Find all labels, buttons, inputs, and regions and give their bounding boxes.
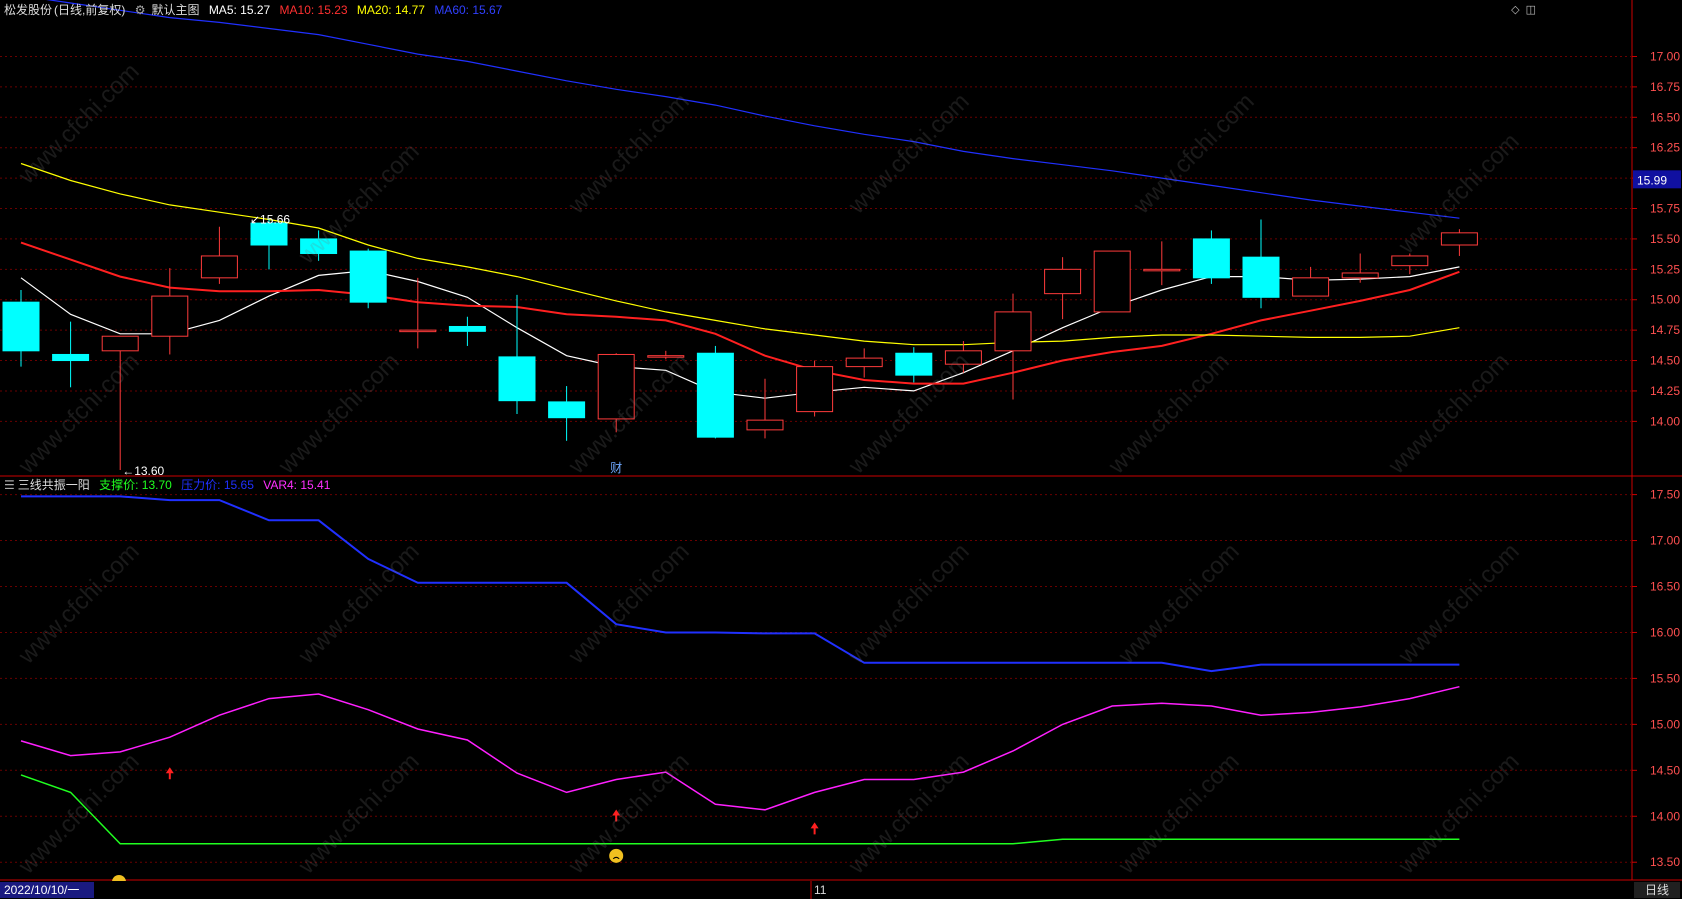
sad-face-icon [609, 848, 624, 863]
sub-tick-label: 14.50 [1650, 763, 1680, 777]
candle [1192, 230, 1230, 284]
candle-body [101, 335, 139, 352]
sub-chart-header: ☰ 三线共振一阳 支撑价: 13.70 压力价: 15.65 VAR4: 15.4… [4, 478, 336, 492]
main-tick-label: 15.75 [1650, 202, 1680, 216]
sub-tick-label: 16.00 [1650, 625, 1680, 639]
main-tick-label: 14.25 [1650, 384, 1680, 398]
month-label: 11 [814, 883, 827, 897]
candle-body [1192, 238, 1230, 279]
candle-body [1292, 277, 1330, 297]
window-toggle-icon[interactable]: ◫ [1526, 4, 1536, 16]
main-tick-label: 14.00 [1650, 414, 1680, 428]
low-price-label: ←13.60 [122, 464, 164, 478]
main-tick-label: 16.75 [1650, 80, 1680, 94]
var4-label: VAR4: 15.41 [263, 478, 331, 492]
candle-body [1242, 256, 1280, 298]
ma10-label: MA10: 15.23 [279, 3, 348, 17]
candle-body [200, 255, 238, 279]
ma5-label: MA5: 15.27 [208, 3, 271, 17]
candle-body [1093, 250, 1131, 313]
support-label: 支撑价: 13.70 [99, 478, 172, 492]
sub-tick-label: 15.50 [1650, 671, 1680, 685]
main-tick-label: 15.00 [1650, 293, 1680, 307]
ma60-label: MA60: 15.67 [434, 3, 503, 17]
candle-body [994, 311, 1032, 352]
candle-body [647, 355, 685, 358]
period-label: (日线,前复权) [54, 3, 126, 17]
candle-body [548, 401, 586, 419]
candle-body [597, 353, 635, 420]
candle-body [796, 366, 834, 413]
sub-tick-label: 14.00 [1650, 809, 1680, 823]
candle [696, 345, 734, 439]
candle-body [399, 329, 437, 333]
candle-body [1044, 268, 1082, 295]
main-tick-label: 14.50 [1650, 354, 1680, 368]
period-button[interactable]: 日线 [1645, 883, 1669, 897]
main-tick-label: 15.25 [1650, 262, 1680, 276]
diamond-icon[interactable]: ◇ [1511, 4, 1519, 16]
candle-body [1341, 272, 1379, 279]
main-tick-label: 17.00 [1650, 49, 1680, 63]
main-tick-label: 15.50 [1650, 232, 1680, 246]
candle-body [2, 301, 40, 352]
candle-body [151, 295, 189, 337]
sub-tick-label: 17.00 [1650, 534, 1680, 548]
candle-body [1143, 268, 1181, 272]
stock-name[interactable]: 松发股份 [4, 3, 52, 17]
panel-controls: ◇ ◫ [1505, 3, 1536, 16]
candle [1093, 250, 1131, 313]
collapse-icon[interactable]: ☰ [4, 478, 15, 492]
high-price-label: ↙15.66 [250, 212, 290, 226]
footer-bar [0, 881, 1682, 899]
background [0, 0, 1682, 899]
sub-tick-label: 13.50 [1650, 855, 1680, 869]
candle-body [895, 352, 933, 376]
price-tag-label: 15.99 [1637, 173, 1667, 187]
resist-label: 压力价: 15.65 [181, 478, 254, 492]
sub-tick-label: 17.50 [1650, 488, 1680, 502]
date-label: 2022/10/10/一 [4, 883, 79, 897]
candle-body [52, 353, 90, 362]
indicator-title[interactable]: 三线共振一阳 [18, 478, 90, 492]
candle-body [448, 325, 486, 332]
candle [349, 248, 387, 309]
candle-body [1391, 255, 1429, 267]
ma20-label: MA20: 14.77 [356, 3, 425, 17]
candle-body [696, 352, 734, 438]
candle [796, 360, 834, 417]
candle-body [845, 357, 883, 368]
settings-icon[interactable]: ⚙ [135, 3, 146, 17]
main-tick-label: 16.50 [1650, 110, 1680, 124]
event-marker: 财 [610, 461, 622, 475]
main-tick-label: 14.75 [1650, 323, 1680, 337]
candle-body [300, 238, 338, 255]
candle-body [746, 419, 784, 431]
chart-canvas[interactable]: 14.00 14.25 14.50 14.75 15.00 15.25 15.50 15.75… [0, 0, 1682, 899]
sub-tick-label: 16.50 [1650, 580, 1680, 594]
candle-body [498, 356, 536, 402]
candle-body [1440, 232, 1478, 246]
main-chart-header: 松发股份 (日线,前复权) ⚙ 默认主图 MA5: 15.27 MA10: 15.2… [4, 3, 508, 17]
main-tick-label: 16.25 [1650, 141, 1680, 155]
candle-body [944, 350, 982, 365]
candle-body [349, 250, 387, 303]
sub-tick-label: 15.00 [1650, 717, 1680, 731]
chart-label[interactable]: 默认主图 [151, 3, 199, 17]
